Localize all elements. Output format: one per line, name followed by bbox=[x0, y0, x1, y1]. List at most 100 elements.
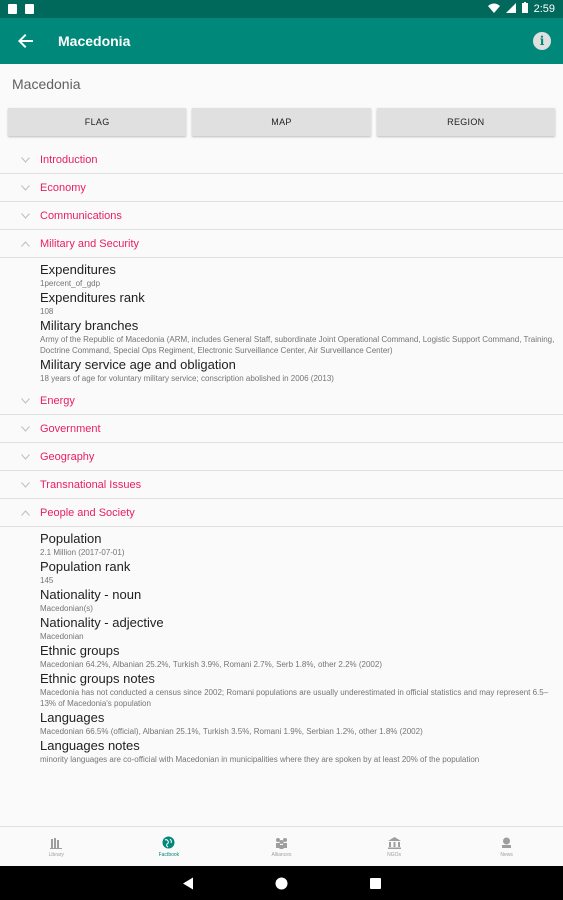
item-value: 2.1 Million (2017-07-01) bbox=[40, 548, 125, 557]
nav-label: Factbook bbox=[158, 851, 180, 858]
home-circle-icon[interactable] bbox=[274, 875, 290, 891]
section-label: Geography bbox=[40, 450, 95, 463]
arrow-back-icon bbox=[18, 34, 33, 48]
nav-alliances[interactable]: Alliances bbox=[225, 827, 338, 866]
item-title: Expenditures rank bbox=[40, 290, 145, 305]
chevron-down-icon bbox=[20, 211, 30, 221]
list-item: Military service age and obligation 18 y… bbox=[40, 357, 563, 384]
item-title: Ethnic groups bbox=[40, 643, 120, 658]
nav-factbook[interactable]: Factbook bbox=[113, 827, 226, 866]
item-title: Languages bbox=[40, 710, 105, 725]
item-value: 1percent_of_gdp bbox=[40, 279, 101, 288]
bottom-navigation: Library Factbook Alliances NGOs News bbox=[0, 826, 563, 866]
item-title: Nationality - noun bbox=[40, 587, 142, 602]
list-item: Expenditures rank 108 bbox=[40, 290, 563, 317]
list-item: Nationality - noun Macedonian(s) bbox=[40, 587, 563, 614]
chevron-down-icon bbox=[20, 480, 30, 490]
page-title: Macedonia bbox=[58, 33, 131, 49]
list-item: Expenditures 1percent_of_gdp bbox=[40, 262, 563, 289]
section-label: Government bbox=[40, 422, 101, 435]
nav-ngos[interactable]: NGOs bbox=[338, 827, 451, 866]
status-bar: 2:59 bbox=[0, 0, 563, 18]
item-value: 108 bbox=[40, 307, 54, 316]
chevron-down-icon bbox=[20, 424, 30, 434]
news-icon bbox=[500, 836, 514, 850]
list-item: Languages Macedonian 66.5% (official), A… bbox=[40, 710, 563, 737]
section-energy[interactable]: Energy bbox=[0, 387, 563, 415]
item-value: Macedonian(s) bbox=[40, 604, 93, 613]
item-value: Macedonian 66.5% (official), Albanian 25… bbox=[40, 727, 423, 736]
content-scroll[interactable]: Macedonia FLAG MAP REGION Introduction E… bbox=[0, 64, 563, 826]
item-value: minority languages are co-official with … bbox=[40, 755, 480, 764]
flag-button[interactable]: FLAG bbox=[8, 108, 187, 136]
item-title: Population rank bbox=[40, 559, 131, 574]
section-label: Economy bbox=[40, 181, 86, 194]
nav-label: NGOs bbox=[387, 851, 402, 858]
section-label: Energy bbox=[40, 394, 75, 407]
section-people-and-society[interactable]: People and Society bbox=[0, 499, 563, 527]
list-item: Population 2.1 Million (2017-07-01) bbox=[40, 531, 563, 558]
list-item: Ethnic groups notes Macedonia has not co… bbox=[40, 671, 563, 709]
item-value: Macedonian bbox=[40, 632, 84, 641]
list-item: Languages notes minority languages are c… bbox=[40, 738, 563, 765]
people-icon bbox=[274, 836, 288, 850]
list-item: Ethnic groups Macedonian 64.2%, Albanian… bbox=[40, 643, 563, 670]
system-navigation-bar bbox=[0, 866, 563, 900]
button-row: FLAG MAP REGION bbox=[0, 108, 563, 136]
section-label: Communications bbox=[40, 209, 122, 222]
item-title: Nationality - adjective bbox=[40, 615, 164, 630]
list-item: Nationality - adjective Macedonian bbox=[40, 615, 563, 642]
section-label: Introduction bbox=[40, 153, 98, 166]
item-title: Expenditures bbox=[40, 262, 116, 277]
signal-icon bbox=[505, 2, 516, 16]
section-communications[interactable]: Communications bbox=[0, 202, 563, 230]
notification-icon bbox=[25, 4, 34, 14]
list-item: Military branches Army of the Republic o… bbox=[40, 318, 563, 356]
sections-list: Introduction Economy Communications Mili… bbox=[0, 146, 563, 768]
chevron-up-icon bbox=[20, 508, 30, 518]
item-value: 18 years of age for voluntary military s… bbox=[40, 374, 334, 383]
item-title: Ethnic groups notes bbox=[40, 671, 155, 686]
section-label: People and Society bbox=[40, 506, 135, 519]
globe-icon bbox=[162, 836, 176, 850]
military-section-body: Expenditures 1percent_of_gdp Expenditure… bbox=[0, 258, 563, 387]
nav-label: Library bbox=[48, 851, 64, 858]
section-introduction[interactable]: Introduction bbox=[0, 146, 563, 174]
section-military-and-security[interactable]: Military and Security bbox=[0, 230, 563, 258]
back-triangle-icon[interactable] bbox=[180, 875, 196, 891]
info-icon[interactable]: i bbox=[533, 32, 551, 50]
map-button[interactable]: MAP bbox=[192, 108, 371, 136]
nav-label: Alliances bbox=[271, 851, 292, 858]
notification-icon bbox=[8, 4, 17, 14]
people-section-body: Population 2.1 Million (2017-07-01) Popu… bbox=[0, 527, 563, 768]
wifi-icon bbox=[487, 3, 500, 16]
app-bar: Macedonia i bbox=[0, 18, 563, 64]
building-icon bbox=[387, 836, 401, 850]
section-label: Military and Security bbox=[40, 237, 140, 250]
country-heading: Macedonia bbox=[12, 76, 81, 92]
battery-icon bbox=[521, 2, 528, 16]
section-economy[interactable]: Economy bbox=[0, 174, 563, 202]
item-title: Military service age and obligation bbox=[40, 357, 236, 372]
chevron-down-icon bbox=[20, 396, 30, 406]
section-label: Transnational Issues bbox=[40, 478, 142, 491]
region-button[interactable]: REGION bbox=[376, 108, 555, 136]
nav-news[interactable]: News bbox=[450, 827, 563, 866]
section-geography[interactable]: Geography bbox=[0, 443, 563, 471]
chevron-down-icon bbox=[20, 452, 30, 462]
library-icon bbox=[49, 836, 63, 850]
back-button[interactable] bbox=[12, 27, 40, 55]
nav-label: News bbox=[500, 851, 513, 858]
clock: 2:59 bbox=[533, 3, 555, 15]
section-transnational-issues[interactable]: Transnational Issues bbox=[0, 471, 563, 499]
chevron-down-icon bbox=[20, 183, 30, 193]
chevron-down-icon bbox=[20, 155, 30, 165]
nav-library[interactable]: Library bbox=[0, 827, 113, 866]
chevron-up-icon bbox=[20, 239, 30, 249]
section-government[interactable]: Government bbox=[0, 415, 563, 443]
item-value: Macedonian 64.2%, Albanian 25.2%, Turkis… bbox=[40, 660, 382, 669]
item-title: Languages notes bbox=[40, 738, 140, 753]
list-item: Population rank 145 bbox=[40, 559, 563, 586]
item-title: Military branches bbox=[40, 318, 139, 333]
recents-square-icon[interactable] bbox=[368, 875, 384, 891]
